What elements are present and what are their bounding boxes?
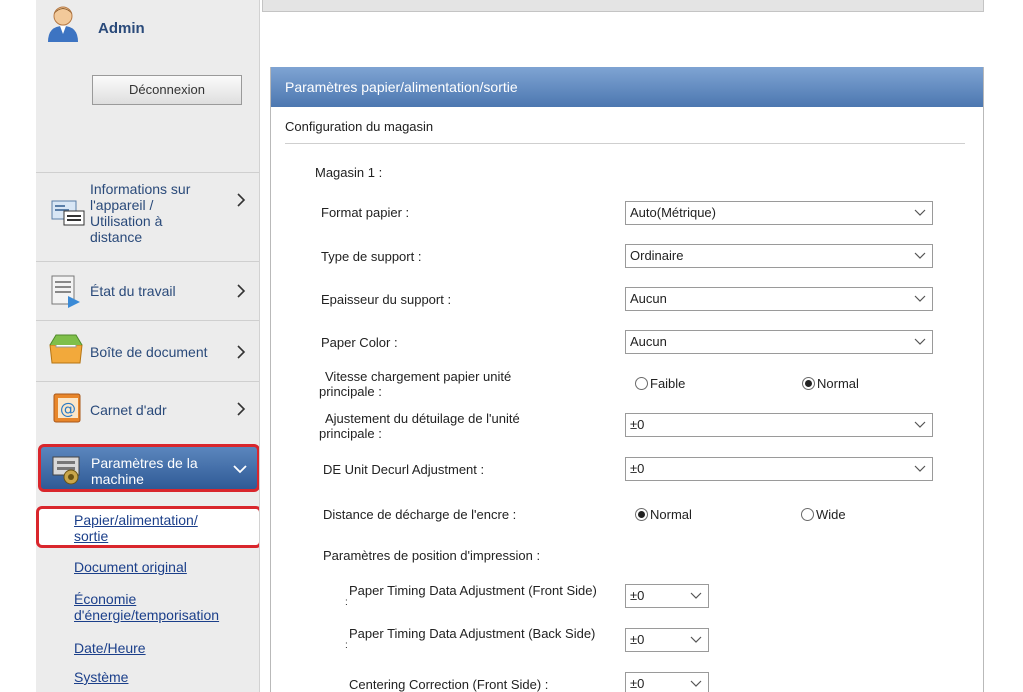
chevron-down-icon [914,421,926,428]
menu-item-device-info[interactable]: Informations sur l'appareil / Utilisatio… [36,173,259,261]
paper-format-label: Format papier : [321,205,410,220]
logout-button[interactable]: Déconnexion [92,75,242,105]
print-position-title: Paramètres de position d'impression : [323,548,541,563]
section-divider [285,143,965,144]
chevron-down-icon [914,252,926,259]
ink-distance-label: Distance de décharge de l'encre : [323,507,517,522]
ink-distance-wide-label: Wide [816,507,846,522]
submenu-link-date-time[interactable]: Date/Heure [74,640,146,656]
user-block: Admin [36,0,259,60]
top-bar [262,0,984,12]
timing-front-label: Paper Timing Data Adjustment (Front Side… [345,583,597,608]
menu-item-machine-settings[interactable]: Paramètres de la machine [38,444,259,492]
timing-back-select[interactable]: ±0 [625,628,709,652]
paper-color-select[interactable]: Aucun [625,330,933,354]
main-decurl-label: Ajustement du détuilage de l'unité princ… [319,411,520,441]
panel-title: Paramètres papier/alimentation/sortie [271,67,983,107]
feed-speed-normal-label: Normal [817,376,859,391]
chevron-right-icon [237,402,246,416]
ink-distance-wide-radio[interactable] [801,508,814,521]
menu-label: Carnet d'adr [90,402,167,418]
chevron-right-icon [237,284,246,298]
machine-settings-icon [52,456,80,485]
ink-distance-normal-label: Normal [650,507,692,522]
de-unit-decurl-select[interactable]: ±0 [625,457,933,481]
feed-speed-label: Vitesse chargement papier unité principa… [319,369,512,399]
chevron-down-icon [914,295,926,302]
chevron-down-icon [914,465,926,472]
submenu-link-system[interactable]: Système [74,669,128,685]
submenu-link-energy-saving[interactable]: Économie d'énergie/temporisation [74,591,219,623]
feed-speed-low-radio[interactable] [635,377,648,390]
ink-distance-normal-radio[interactable] [635,508,648,521]
svg-text:@: @ [60,399,76,418]
menu-item-document-box[interactable]: Boîte de document [36,321,259,381]
media-thickness-select[interactable]: Aucun [625,287,933,311]
tray-label: Magasin 1 : [315,165,383,180]
timing-front-select[interactable]: ±0 [625,584,709,608]
section-title: Configuration du magasin [285,119,434,134]
sidebar: Admin Déconnexion Informations sur l'app… [36,0,260,692]
menu-label: Paramètres de la machine [91,455,198,487]
menu-item-address-book[interactable]: @ Carnet d'adr [36,382,259,438]
timing-back-label: Paper Timing Data Adjustment (Back Side)… [345,626,596,651]
paper-color-label: Paper Color : [321,335,398,350]
submenu-link-paper-feed-output[interactable]: Papier/alimentation/ sortie [74,512,198,544]
address-book-icon: @ [53,393,81,423]
media-type-select[interactable]: Ordinaire [625,244,933,268]
submenu-link-original-document[interactable]: Document original [74,559,187,575]
chevron-down-icon [914,338,926,345]
user-name: Admin [98,20,145,37]
menu-label: État du travail [90,283,176,299]
paper-format-select[interactable]: Auto(Métrique) [625,201,933,225]
job-status-icon [51,275,80,308]
chevron-down-icon [690,636,702,643]
chevron-down-icon [690,592,702,599]
document-box-icon [49,334,83,364]
main-decurl-select[interactable]: ±0 [625,413,933,437]
chevron-right-icon [237,193,246,207]
chevron-down-icon [233,465,247,474]
centering-front-label: Centering Correction (Front Side) : [349,677,549,692]
settings-panel: Paramètres papier/alimentation/sortie Co… [270,67,984,692]
chevron-down-icon [690,680,702,687]
menu-item-job-status[interactable]: État du travail [36,262,259,320]
chevron-down-icon [914,209,926,216]
user-avatar-icon [48,6,78,42]
device-info-icon [51,200,85,226]
chevron-right-icon [237,345,246,359]
menu-label: Informations sur l'appareil / Utilisatio… [90,181,191,245]
menu-label: Boîte de document [90,344,208,360]
media-type-label: Type de support : [321,249,422,264]
de-unit-decurl-label: DE Unit Decurl Adjustment : [323,462,485,477]
centering-front-select[interactable]: ±0 [625,672,709,692]
feed-speed-low-label: Faible [650,376,686,391]
media-thickness-label: Epaisseur du support : [321,292,452,307]
feed-speed-normal-radio[interactable] [802,377,815,390]
